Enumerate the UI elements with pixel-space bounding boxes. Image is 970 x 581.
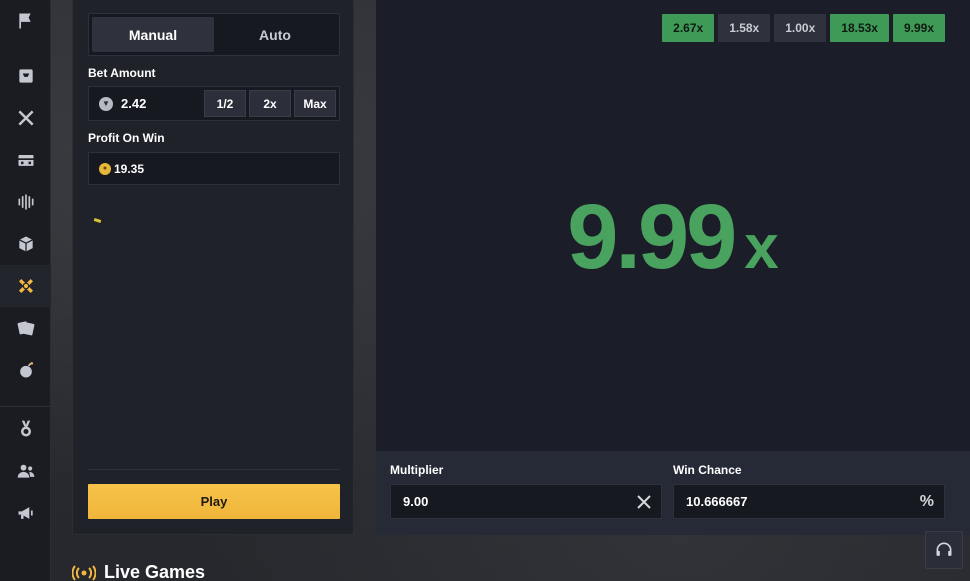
profit-on-win-value: 19.35 xyxy=(114,161,145,176)
win-chance-input[interactable]: 10.666667 % xyxy=(673,484,945,519)
result-display: 9.99 x xyxy=(376,185,970,290)
history-chip[interactable]: 1.58x xyxy=(718,14,771,42)
broadcast-icon xyxy=(72,564,96,581)
result-history: 2.67x 1.58x 1.00x 18.53x 9.99x xyxy=(662,14,945,42)
half-bet-button[interactable]: 1/2 xyxy=(204,90,246,117)
dice-game-icon xyxy=(18,278,33,294)
support-button[interactable] xyxy=(925,531,963,569)
sidebar-item-store[interactable] xyxy=(0,139,51,181)
panel-divider xyxy=(88,469,340,470)
history-chip[interactable]: 18.53x xyxy=(830,14,889,42)
crossed-swords-icon xyxy=(17,110,34,126)
bars-icon xyxy=(18,194,33,210)
flag-icon xyxy=(18,13,31,29)
result-suffix: x xyxy=(744,213,779,282)
headset-icon xyxy=(936,542,952,556)
sidebar-item-stats[interactable] xyxy=(0,181,51,223)
users-icon xyxy=(17,464,34,478)
game-area: 2.67x 1.58x 1.00x 18.53x 9.99x 9.99 x Multip… xyxy=(376,0,970,535)
play-button[interactable]: Play xyxy=(88,484,340,519)
mode-toggle: Manual Auto xyxy=(88,13,340,56)
gold-coin-icon: ● xyxy=(99,162,111,175)
multiplier-value: 9.00 xyxy=(403,494,429,509)
profit-on-win-label: Profit On Win xyxy=(88,131,165,145)
cards-icon xyxy=(17,321,34,336)
close-icon[interactable] xyxy=(637,494,651,509)
max-bet-button[interactable]: Max xyxy=(294,90,336,117)
tab-manual[interactable]: Manual xyxy=(92,17,214,52)
tab-auto[interactable]: Auto xyxy=(214,17,336,52)
bet-amount-row: ▼ 2.42 1/2 2x Max xyxy=(88,86,340,121)
bet-control-panel: Manual Auto Bet Amount ▼ 2.42 1/2 2x Max… xyxy=(72,0,354,535)
bomb-icon xyxy=(19,362,33,378)
bet-amount-input[interactable]: ▼ 2.42 xyxy=(89,87,204,120)
multiplier-input[interactable]: 9.00 xyxy=(390,484,662,519)
history-chip[interactable]: 1.00x xyxy=(774,14,827,42)
sidebar-item-affiliates[interactable] xyxy=(0,450,51,492)
sidebar-item-cards[interactable] xyxy=(0,307,51,349)
decorative-mark xyxy=(93,217,102,224)
medal-icon xyxy=(20,420,31,437)
sidebar-divider xyxy=(0,406,51,407)
multiplier-label: Multiplier xyxy=(390,463,444,477)
game-settings-bar: Multiplier 9.00 Win Chance 10.666667 % xyxy=(376,451,970,535)
sidebar-item-battles[interactable] xyxy=(0,97,51,139)
sidebar-item-rewards[interactable] xyxy=(0,408,51,450)
sidebar-item-mines[interactable] xyxy=(0,349,51,391)
win-chance-label: Win Chance xyxy=(673,463,742,477)
sidebar-item-cases[interactable] xyxy=(0,223,51,265)
percent-icon: % xyxy=(919,492,934,510)
bet-amount-value: 2.42 xyxy=(121,96,147,111)
double-bet-button[interactable]: 2x xyxy=(249,90,291,117)
box-icon xyxy=(18,236,33,252)
megaphone-icon xyxy=(18,507,33,519)
inbox-icon xyxy=(18,69,33,83)
bet-amount-label: Bet Amount xyxy=(88,66,156,80)
coin-icon: ▼ xyxy=(99,96,113,111)
sidebar-item-news[interactable] xyxy=(0,492,51,534)
win-chance-value: 10.666667 xyxy=(686,494,748,509)
history-chip[interactable]: 2.67x xyxy=(662,14,715,42)
sidebar-item-dice[interactable] xyxy=(0,265,51,307)
result-number: 9.99 xyxy=(567,186,737,288)
live-games-header: Live Games xyxy=(72,562,205,581)
live-games-title: Live Games xyxy=(104,562,206,581)
sidebar xyxy=(0,0,51,581)
storefront-icon xyxy=(18,155,33,166)
history-chip[interactable]: 9.99x xyxy=(892,14,945,42)
profit-on-win-field[interactable]: ● 19.35 xyxy=(88,152,340,185)
sidebar-item-flag[interactable] xyxy=(0,0,51,42)
sidebar-item-inbox[interactable] xyxy=(0,55,51,97)
